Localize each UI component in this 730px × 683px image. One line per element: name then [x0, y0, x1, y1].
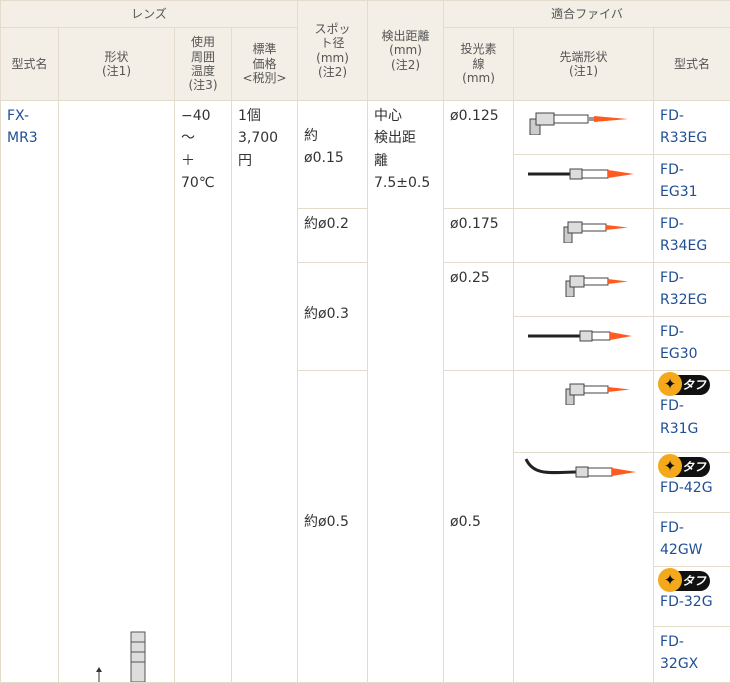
tough-badge-icon: ✦ タフ [658, 568, 711, 592]
core-0125: ø0.125 [443, 100, 515, 209]
shape-header: 形状 (注1) [58, 27, 175, 101]
spot-02: 約ø0.2 [297, 208, 369, 263]
fiber-model-9[interactable]: ✦ タフ FD-32G [653, 566, 730, 627]
tip-shape-3 [513, 208, 655, 263]
spec-table: レンズ スポッ ト径 (mm) (注2) 検出距離 (mm) (注2) 適合ファイバ … [0, 0, 730, 683]
fiber-model-header: 型式名 [653, 27, 730, 101]
core-header: 投光素線 (mm) [443, 27, 515, 101]
core-025: ø0.25 [443, 262, 515, 371]
temp-header: 使用 周囲 温度 (注3) [174, 27, 232, 101]
fiber-model-8[interactable]: FD- 42GW [653, 512, 730, 567]
fiber-model-1[interactable]: FD- R33EG [653, 100, 730, 155]
fiber-model-7[interactable]: ✦ タフ FD-42G [653, 452, 730, 513]
tough-badge-icon: ✦ タフ [658, 454, 711, 478]
tip-shape-6 [513, 370, 655, 453]
fiber-model-5[interactable]: FD- EG30 [653, 316, 730, 371]
tip-shape-2 [513, 154, 655, 209]
lens-distance: 中心 検出距 離 7.5±0.5 [367, 100, 445, 683]
tip-shape-7 [513, 452, 655, 683]
fiber-group-header: 適合ファイバ [443, 0, 730, 28]
lens-price: 1個 3,700 円 [230, 100, 299, 683]
fiber-model-4[interactable]: FD- R32EG [653, 262, 730, 317]
fiber-model-10[interactable]: FD- 32GX [653, 626, 730, 683]
tip-shape-5 [513, 316, 655, 371]
spot-015: 約 ø0.15 [297, 100, 369, 209]
tip-shape-4 [513, 262, 655, 317]
spot-header: スポッ ト径 (mm) (注2) [297, 0, 369, 101]
lens-model: FX- MR3 [0, 100, 59, 683]
distance-header: 検出距離 (mm) (注2) [367, 0, 445, 101]
spot-05: 約ø0.5 [297, 370, 369, 683]
fiber-model-6[interactable]: ✦ タフ FD- R31G [653, 370, 730, 453]
model-header: 型式名 [0, 27, 59, 101]
core-05: ø0.5 [443, 370, 515, 683]
spot-03: 約ø0.3 [297, 262, 369, 371]
lens-shape-cell [58, 100, 175, 683]
tip-shape-1 [513, 100, 655, 155]
tough-badge-icon: ✦ タフ [658, 372, 711, 396]
lens-group-header: レンズ [0, 0, 299, 28]
core-0175: ø0.175 [443, 208, 515, 263]
lens-shape-image [96, 631, 146, 682]
tip-header: 先端形状 (注1) [513, 27, 655, 101]
lens-temp: −40 〜 ＋ 70℃ [174, 100, 232, 683]
fiber-model-2[interactable]: FD- EG31 [653, 154, 730, 209]
price-header: 標準 価格 <税別> [230, 27, 299, 101]
fiber-model-3[interactable]: FD- R34EG [653, 208, 730, 263]
